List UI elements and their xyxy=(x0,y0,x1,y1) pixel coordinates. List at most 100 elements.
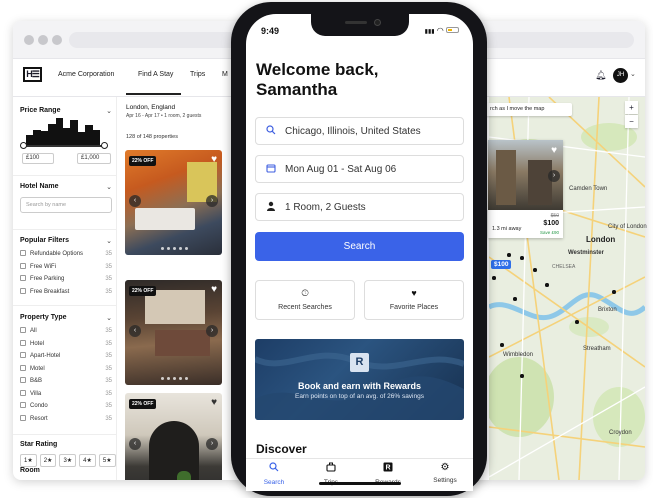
map-pin[interactable] xyxy=(520,374,524,378)
map-pin[interactable] xyxy=(520,256,524,260)
property-option-label: Hotel xyxy=(30,340,45,347)
property-option[interactable]: Apart-Hotel 35 xyxy=(20,351,112,364)
filter-option-label: Free Parking xyxy=(30,276,65,282)
checkbox[interactable] xyxy=(20,414,26,421)
search-as-map-moves-toggle[interactable]: rch as I move the map xyxy=(480,103,572,116)
favorite-places-button[interactable]: ♥ Favorite Places xyxy=(364,280,464,320)
tab-settings[interactable]: ⚙ Settings xyxy=(420,462,470,484)
checkbox[interactable] xyxy=(20,377,26,383)
filter-option-count: 35 xyxy=(105,276,112,282)
camera xyxy=(374,19,381,26)
checkbox[interactable] xyxy=(20,402,26,408)
chevron-down-icon[interactable]: ⌄ xyxy=(106,107,112,115)
checkbox[interactable] xyxy=(20,327,26,333)
avatar[interactable]: JH xyxy=(613,68,628,83)
map-pin[interactable] xyxy=(612,290,616,294)
window-zoom-dot[interactable] xyxy=(52,35,62,45)
guests-field[interactable]: 1 Room, 2 Guests xyxy=(255,193,464,221)
star-option-3[interactable]: 3★ xyxy=(59,454,77,467)
price-slider-min-handle[interactable] xyxy=(20,142,27,149)
listings-column: London, England Apr 16 - Apr 17 • 1 room… xyxy=(123,97,238,480)
hotel-card[interactable]: 22% OFF ♥ ‹ › xyxy=(125,393,222,480)
next-photo-arrow[interactable]: › xyxy=(206,438,218,450)
property-option-count: 35 xyxy=(105,328,112,334)
star-option-4[interactable]: 4★ xyxy=(79,454,96,467)
building-facade xyxy=(496,150,516,205)
checkbox[interactable] xyxy=(20,364,26,371)
chevron-down-icon[interactable]: ⌄ xyxy=(106,314,112,322)
checkbox[interactable] xyxy=(20,275,26,281)
checkbox[interactable] xyxy=(20,250,26,256)
price-max-field[interactable]: £1,000 xyxy=(77,153,111,164)
heart-icon[interactable]: ♥ xyxy=(551,145,557,156)
window-close-dot[interactable] xyxy=(24,35,34,45)
property-option[interactable]: Motel 35 xyxy=(20,364,112,377)
property-option[interactable]: Condo 35 xyxy=(20,401,112,414)
map-hotel-card[interactable]: ♥ › 1.3 mi away $50 $100 Save £90 xyxy=(488,140,563,238)
rewards-banner[interactable]: R Book and earn with Rewards Earn points… xyxy=(255,339,464,420)
checkbox[interactable] xyxy=(20,262,26,269)
hotel-card[interactable]: 22% OFF ♥ ‹ › xyxy=(125,150,222,255)
zoom-in-button[interactable]: + xyxy=(625,101,638,114)
heart-icon[interactable]: ♥ xyxy=(211,284,217,295)
price-slider-track[interactable] xyxy=(23,145,105,147)
dates-field[interactable]: Mon Aug 01 - Sat Aug 06 xyxy=(255,155,464,183)
heart-icon[interactable]: ♥ xyxy=(211,397,217,408)
price-min-field[interactable]: £100 xyxy=(22,153,54,164)
hotel-name-input[interactable]: Search by name xyxy=(20,197,112,213)
welcome-heading: Welcome back, Samantha xyxy=(256,60,456,100)
prev-photo-arrow[interactable]: ‹ xyxy=(129,325,141,337)
property-option-count: 35 xyxy=(105,378,112,384)
map-pin[interactable] xyxy=(500,343,504,347)
company-name[interactable]: Acme Corporation xyxy=(58,71,114,78)
next-photo-arrow[interactable]: › xyxy=(206,195,218,207)
map-label-london: London xyxy=(586,235,616,244)
filter-option[interactable]: Free Parking 35 xyxy=(20,274,112,287)
map-pin[interactable] xyxy=(507,253,511,257)
map-price-pin[interactable]: $100 xyxy=(491,260,512,269)
tab-trips[interactable]: Trips xyxy=(190,71,205,78)
checkbox[interactable] xyxy=(20,389,26,396)
bell-icon[interactable]: 🔔︎ xyxy=(595,70,606,81)
checkbox[interactable] xyxy=(20,352,26,358)
filter-option[interactable]: Free Breakfast 35 xyxy=(20,287,112,300)
property-option[interactable]: Villa 35 xyxy=(20,389,112,402)
search-button[interactable]: Search xyxy=(255,232,464,261)
window-minimize-dot[interactable] xyxy=(38,35,48,45)
checkbox[interactable] xyxy=(20,339,26,346)
hotel-logo[interactable]: H☰ xyxy=(23,67,42,82)
star-option-2[interactable]: 2★ xyxy=(39,454,57,467)
star-option-5[interactable]: 5★ xyxy=(98,454,116,467)
chevron-down-icon[interactable]: ⌄ xyxy=(630,70,636,78)
tab-find-a-stay[interactable]: Find A Stay xyxy=(138,71,173,78)
prev-photo-arrow[interactable]: ‹ xyxy=(129,438,141,450)
star-option-1[interactable]: 1★ xyxy=(20,454,37,467)
zoom-out-button[interactable]: − xyxy=(625,115,638,128)
map-pin[interactable] xyxy=(575,320,579,324)
map-pin[interactable] xyxy=(513,297,517,301)
next-photo-arrow[interactable]: › xyxy=(206,325,218,337)
map-pin[interactable] xyxy=(492,276,496,280)
price-slider-max-handle[interactable] xyxy=(101,142,108,149)
property-option[interactable]: B&B 35 xyxy=(20,376,112,389)
recent-searches-button[interactable]: 🕓︎ Recent Searches xyxy=(255,280,355,320)
prev-photo-arrow[interactable]: ‹ xyxy=(129,195,141,207)
map-pin[interactable] xyxy=(545,283,549,287)
heart-icon[interactable]: ♥ xyxy=(211,154,217,165)
next-photo-arrow[interactable]: › xyxy=(548,170,560,182)
property-option[interactable]: Resort 35 xyxy=(20,414,112,427)
filter-option[interactable]: Refundable Options 35 xyxy=(20,249,112,262)
checkbox[interactable] xyxy=(20,287,26,294)
results-count: 128 of 148 properties xyxy=(126,134,178,140)
property-option[interactable]: Hotel 35 xyxy=(20,339,112,352)
tab-search[interactable]: Search xyxy=(249,462,299,486)
tab-more[interactable]: M xyxy=(222,71,228,78)
chevron-down-icon[interactable]: ⌄ xyxy=(106,183,112,191)
hotel-card[interactable]: 22% OFF ♥ ‹ › xyxy=(125,280,222,385)
status-time: 9:49 xyxy=(261,26,280,36)
chevron-down-icon[interactable]: ⌄ xyxy=(106,237,112,245)
location-field[interactable]: Chicago, Illinois, United States xyxy=(255,117,464,145)
property-option[interactable]: All 35 xyxy=(20,326,112,339)
filter-option[interactable]: Free WiFi 35 xyxy=(20,262,112,275)
map-pin[interactable] xyxy=(533,268,537,272)
